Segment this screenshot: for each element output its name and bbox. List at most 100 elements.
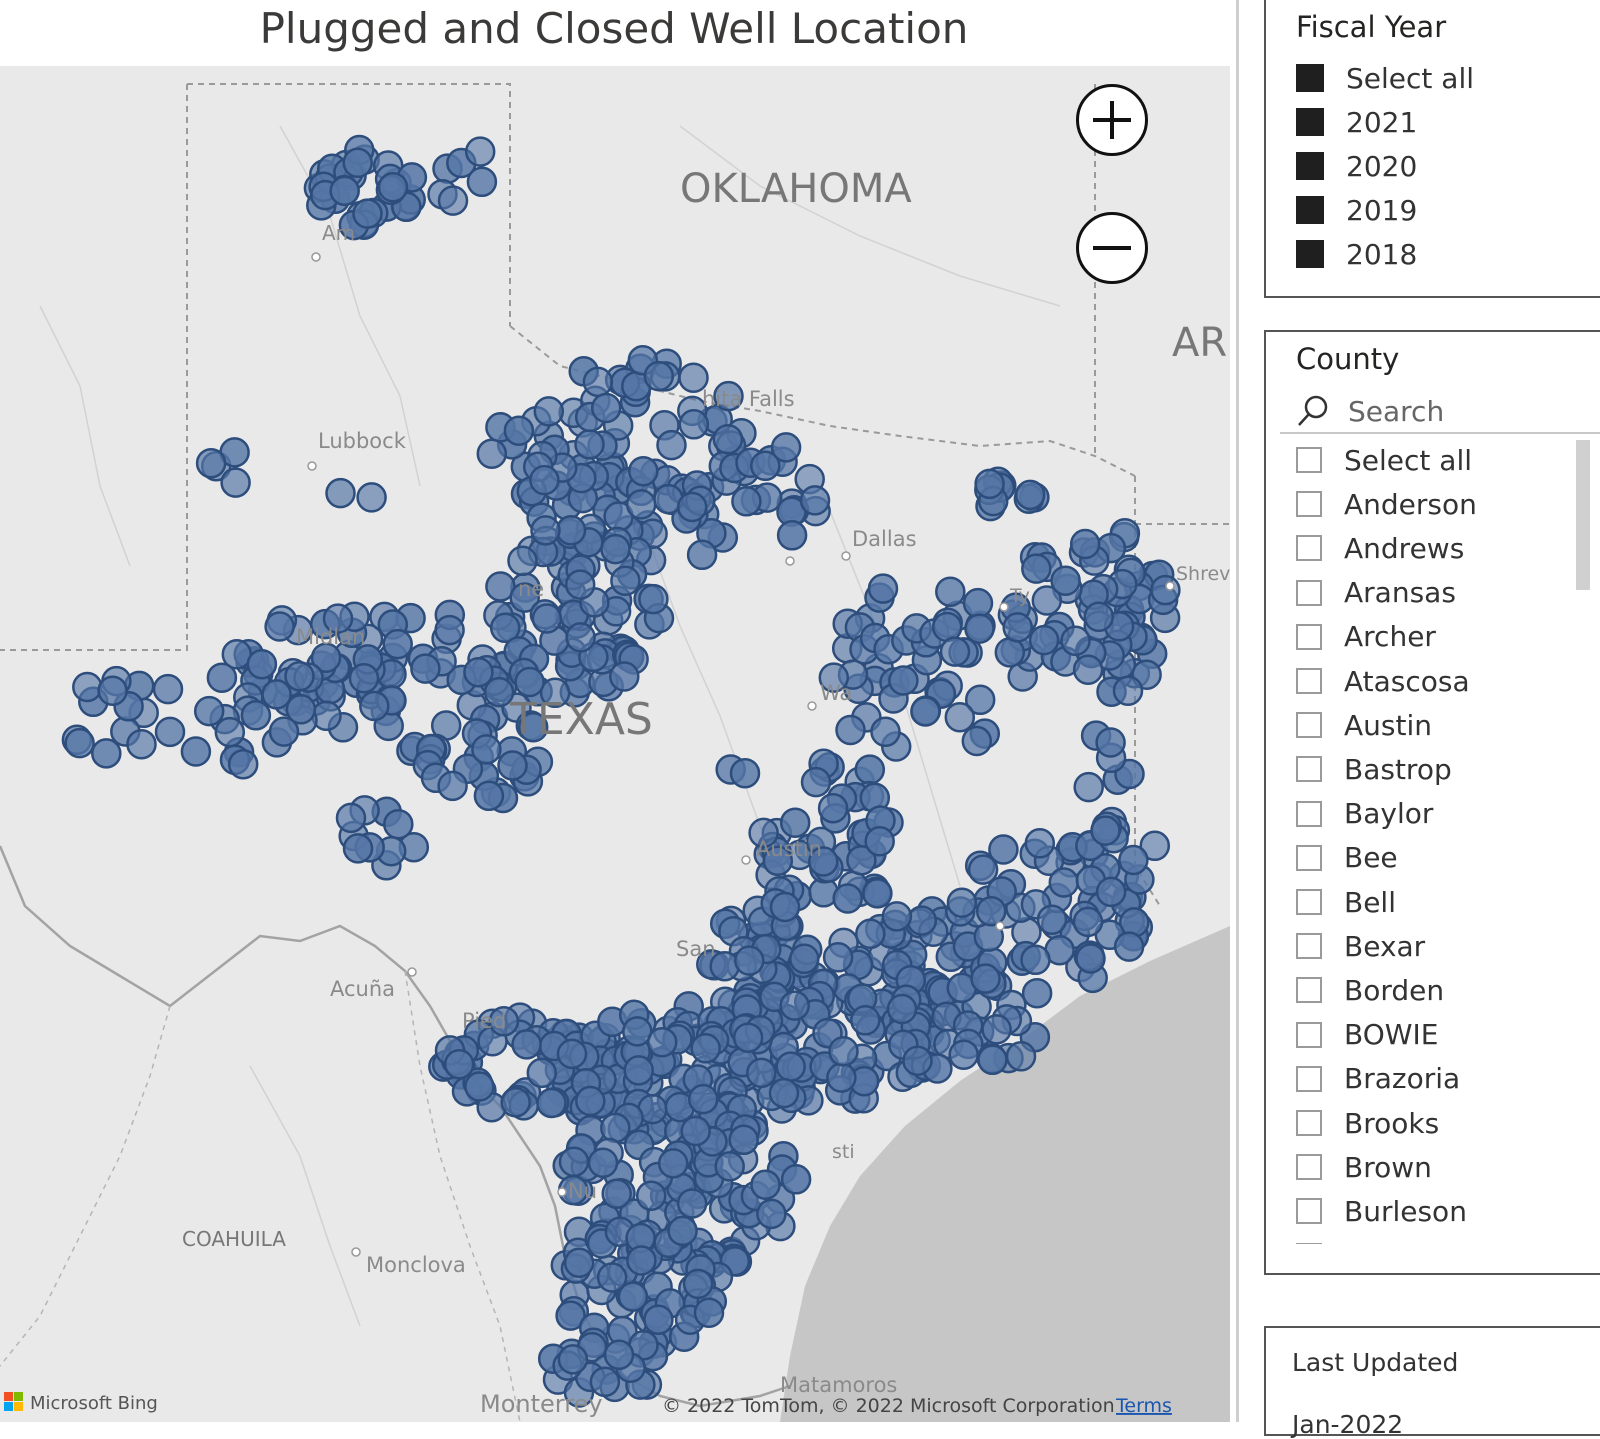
well-marker[interactable] bbox=[888, 665, 919, 696]
well-marker[interactable] bbox=[511, 1029, 542, 1060]
well-marker[interactable] bbox=[667, 1215, 698, 1247]
well-marker[interactable] bbox=[377, 171, 409, 203]
well-marker[interactable] bbox=[977, 1044, 1008, 1076]
well-marker[interactable] bbox=[970, 963, 1001, 994]
checkbox-icon[interactable] bbox=[1296, 1065, 1322, 1092]
well-marker[interactable] bbox=[646, 1026, 678, 1058]
well-marker[interactable] bbox=[464, 1071, 495, 1102]
well-marker[interactable] bbox=[563, 1247, 595, 1278]
well-marker[interactable] bbox=[503, 415, 535, 446]
well-marker[interactable] bbox=[643, 360, 675, 392]
well-marker[interactable] bbox=[867, 573, 899, 604]
well-marker[interactable] bbox=[582, 366, 614, 398]
well-marker[interactable] bbox=[770, 432, 802, 463]
well-marker[interactable] bbox=[826, 1062, 857, 1093]
well-marker[interactable] bbox=[731, 486, 762, 517]
well-marker[interactable] bbox=[359, 690, 390, 722]
zoom-out-button[interactable] bbox=[1076, 212, 1148, 284]
well-marker[interactable] bbox=[342, 147, 373, 179]
well-marker[interactable] bbox=[464, 136, 496, 167]
county-option[interactable]: Archer bbox=[1296, 617, 1436, 657]
well-marker[interactable] bbox=[565, 622, 596, 653]
well-marker[interactable] bbox=[1069, 528, 1101, 560]
well-marker[interactable] bbox=[939, 636, 971, 667]
checkbox-checked-icon[interactable] bbox=[1296, 152, 1324, 180]
well-marker[interactable] bbox=[533, 396, 565, 427]
well-marker[interactable] bbox=[734, 945, 765, 976]
fiscal-year-option[interactable]: 2018 bbox=[1296, 234, 1417, 274]
well-marker[interactable] bbox=[268, 716, 300, 747]
well-marker[interactable] bbox=[1050, 565, 1081, 596]
well-marker[interactable] bbox=[988, 834, 1019, 865]
well-marker[interactable] bbox=[500, 1087, 531, 1118]
well-marker[interactable] bbox=[574, 429, 605, 460]
well-marker[interactable] bbox=[600, 1112, 631, 1144]
well-marker[interactable] bbox=[686, 539, 718, 571]
well-marker[interactable] bbox=[1112, 675, 1144, 706]
county-option[interactable]: Atascosa bbox=[1296, 661, 1470, 701]
county-option[interactable]: Aransas bbox=[1296, 573, 1456, 613]
well-marker[interactable] bbox=[466, 166, 498, 198]
well-marker[interactable] bbox=[750, 1169, 781, 1200]
county-search[interactable]: Search bbox=[1296, 392, 1444, 430]
well-marker[interactable] bbox=[828, 1036, 859, 1067]
well-marker[interactable] bbox=[862, 878, 893, 909]
county-option[interactable]: BOWIE bbox=[1296, 1015, 1438, 1055]
well-marker[interactable] bbox=[822, 942, 854, 973]
well-marker[interactable] bbox=[682, 1268, 714, 1300]
well-marker[interactable] bbox=[261, 679, 292, 710]
well-marker[interactable] bbox=[817, 792, 849, 824]
well-marker[interactable] bbox=[732, 1022, 764, 1053]
well-marker[interactable] bbox=[410, 653, 441, 684]
well-marker[interactable] bbox=[693, 1297, 725, 1328]
well-marker[interactable] bbox=[676, 491, 708, 523]
well-marker[interactable] bbox=[944, 701, 976, 733]
county-option[interactable]: Bell bbox=[1296, 882, 1396, 922]
checkbox-icon[interactable] bbox=[1296, 1021, 1322, 1048]
well-marker[interactable] bbox=[946, 887, 978, 918]
well-marker[interactable] bbox=[1024, 828, 1056, 859]
county-option[interactable]: Bastrop bbox=[1296, 749, 1452, 789]
well-marker[interactable] bbox=[531, 603, 563, 634]
well-marker[interactable] bbox=[769, 891, 801, 923]
well-marker[interactable] bbox=[850, 1005, 881, 1036]
checkbox-icon[interactable] bbox=[1296, 535, 1322, 562]
fiscal-year-option[interactable]: 2021 bbox=[1296, 102, 1417, 142]
county-option[interactable]: Caldwell bbox=[1296, 1236, 1462, 1244]
checkbox-icon[interactable] bbox=[1296, 668, 1322, 694]
well-marker[interactable] bbox=[623, 1055, 654, 1086]
well-marker[interactable] bbox=[356, 482, 387, 513]
well-marker[interactable] bbox=[714, 1151, 745, 1182]
checkbox-icon[interactable] bbox=[1296, 977, 1322, 1004]
well-marker[interactable] bbox=[643, 1304, 674, 1335]
county-option[interactable]: Anderson bbox=[1296, 484, 1477, 524]
fiscal-year-option[interactable]: 2019 bbox=[1296, 190, 1417, 230]
well-marker[interactable] bbox=[1072, 654, 1104, 685]
well-marker[interactable] bbox=[768, 1077, 800, 1109]
well-marker[interactable] bbox=[780, 1164, 812, 1195]
well-marker[interactable] bbox=[575, 1085, 606, 1117]
well-marker[interactable] bbox=[690, 1033, 721, 1064]
well-marker[interactable] bbox=[325, 477, 356, 509]
well-marker[interactable] bbox=[72, 671, 103, 703]
well-marker[interactable] bbox=[590, 392, 622, 424]
well-marker[interactable] bbox=[471, 734, 502, 765]
well-marker[interactable] bbox=[756, 1198, 787, 1230]
well-marker[interactable] bbox=[902, 1045, 933, 1076]
well-marker[interactable] bbox=[906, 905, 938, 936]
well-marker[interactable] bbox=[779, 807, 811, 838]
well-marker[interactable] bbox=[154, 716, 186, 748]
well-marker[interactable] bbox=[240, 700, 272, 731]
well-location-map[interactable]: TEXAS OKLAHOMA AR COAHUILA Am Lubbock hita Fal… bbox=[0, 66, 1230, 1422]
well-marker[interactable] bbox=[975, 895, 1007, 927]
well-marker[interactable] bbox=[1072, 906, 1104, 938]
county-option[interactable]: Select all bbox=[1296, 440, 1472, 480]
well-marker[interactable] bbox=[443, 1048, 475, 1080]
checkbox-icon[interactable] bbox=[1296, 1198, 1322, 1225]
well-marker[interactable] bbox=[948, 1039, 979, 1070]
well-marker[interactable] bbox=[656, 429, 687, 461]
well-marker[interactable] bbox=[1021, 553, 1052, 584]
county-option[interactable]: Bee bbox=[1296, 838, 1398, 878]
well-marker[interactable] bbox=[974, 468, 1005, 500]
well-marker[interactable] bbox=[886, 993, 918, 1025]
